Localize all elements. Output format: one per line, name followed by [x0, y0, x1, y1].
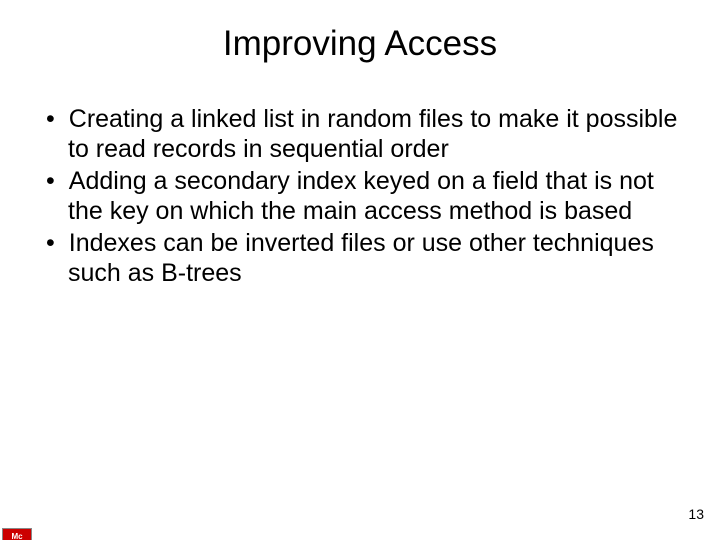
bullet-item: Indexes can be inverted files or use oth…	[30, 228, 690, 288]
mcgraw-hill-icon: Mc Graw Hill	[2, 528, 32, 540]
slide-title: Improving Access	[0, 24, 720, 64]
bullet-list: Creating a linked list in random files t…	[30, 104, 690, 288]
page-number: 13	[688, 506, 704, 522]
publisher-logo: Mc Graw Hill Education	[2, 528, 104, 540]
bullet-item: Creating a linked list in random files t…	[30, 104, 690, 164]
slide: Improving Access Creating a linked list …	[0, 24, 720, 540]
logo-line: Mc	[11, 533, 22, 540]
bullet-item: Adding a secondary index keyed on a fiel…	[30, 166, 690, 226]
